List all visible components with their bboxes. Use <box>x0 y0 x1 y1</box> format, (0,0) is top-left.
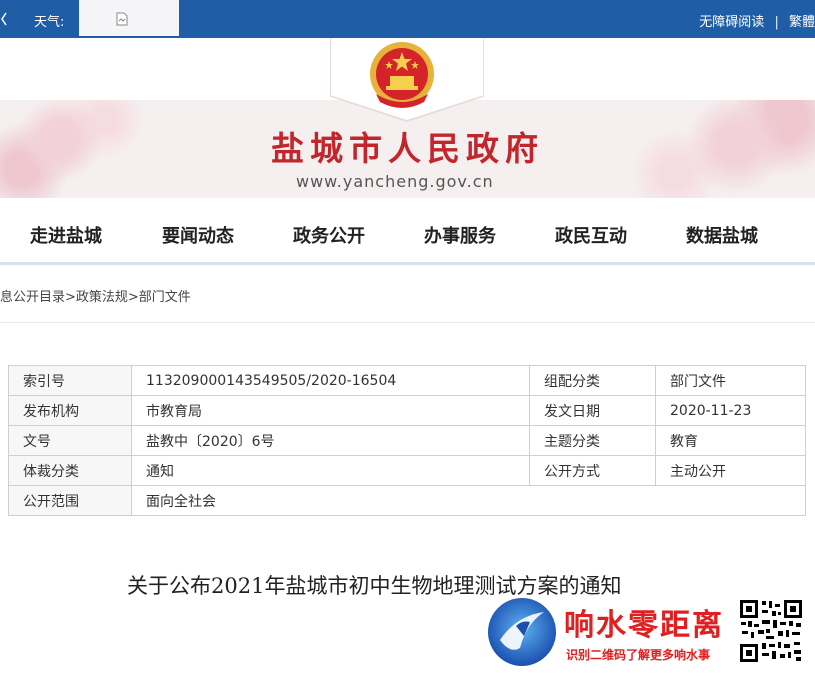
xiangshui-logo-icon <box>488 598 556 666</box>
nav-item-news[interactable]: 要闻动态 <box>162 222 234 248</box>
nav-item-interaction[interactable]: 政民互动 <box>555 222 627 248</box>
nav-item-zoujin[interactable]: 走进盐城 <box>30 222 102 248</box>
blossom-decoration-right <box>615 100 815 198</box>
meta-value: 部门文件 <box>655 365 806 396</box>
meta-value: 113209000143549505/2020-16504 <box>131 365 530 396</box>
meta-value: 通知 <box>131 455 530 486</box>
document-meta-table: 索引号 113209000143549505/2020-16504 组配分类 部… <box>8 365 806 516</box>
table-row: 文号 盐教中〔2020〕6号 主题分类 教育 <box>8 425 806 456</box>
site-url: www.yancheng.gov.cn <box>296 172 494 191</box>
top-utility-bar: 天气: 无障碍阅读 | 繁體 <box>0 0 815 38</box>
accessible-reading-link[interactable]: 无障碍阅读 <box>699 11 764 30</box>
meta-value: 面向全社会 <box>131 485 806 516</box>
nav-item-services[interactable]: 办事服务 <box>424 222 496 248</box>
table-row: 公开范围 面向全社会 <box>8 485 806 516</box>
meta-key: 主题分类 <box>529 425 656 456</box>
watermark-name: 响水零距离 <box>564 608 724 643</box>
meta-key: 文号 <box>8 425 132 456</box>
weather-widget <box>79 0 179 36</box>
table-row: 发布机构 市教育局 发文日期 2020-11-23 <box>8 395 806 426</box>
broken-image-icon <box>116 12 128 26</box>
meta-value: 市教育局 <box>131 395 530 426</box>
nav-item-gov-affairs[interactable]: 政务公开 <box>293 222 365 248</box>
meta-key: 公开方式 <box>529 455 656 486</box>
breadcrumb[interactable]: 息公开目录>政策法规>部门文件 <box>0 286 191 305</box>
nav-underline <box>0 262 815 265</box>
table-row: 索引号 113209000143549505/2020-16504 组配分类 部… <box>8 365 806 396</box>
main-nav: 走进盐城 要闻动态 政务公开 办事服务 政民互动 数据盐城 <box>0 208 815 260</box>
blossom-decoration-left <box>0 100 150 198</box>
utility-links: 无障碍阅读 | 繁體 <box>699 11 815 30</box>
meta-key: 体裁分类 <box>8 455 132 486</box>
meta-value: 主动公开 <box>655 455 806 486</box>
meta-key: 发文日期 <box>529 395 656 426</box>
meta-value: 2020-11-23 <box>655 395 806 426</box>
meta-value: 盐教中〔2020〕6号 <box>131 425 530 456</box>
meta-key: 索引号 <box>8 365 132 396</box>
meta-key: 组配分类 <box>529 365 656 396</box>
table-row: 体裁分类 通知 公开方式 主动公开 <box>8 455 806 486</box>
util-separator: | <box>774 15 779 30</box>
breadcrumb-divider <box>0 322 815 323</box>
qr-code-icon[interactable] <box>738 598 804 664</box>
site-title[interactable]: 盐城市人民政府 <box>240 122 575 170</box>
meta-key: 发布机构 <box>8 395 132 426</box>
watermark-subtitle: 识别二维码了解更多响水事 <box>566 648 711 662</box>
nav-item-data[interactable]: 数据盐城 <box>686 222 758 248</box>
weather-label: 天气: <box>34 15 65 30</box>
caret-left-icon <box>1 12 7 26</box>
meta-key: 公开范围 <box>8 485 132 516</box>
national-emblem-icon[interactable] <box>362 40 442 112</box>
traditional-chinese-link[interactable]: 繁體 <box>789 11 815 30</box>
meta-value: 教育 <box>655 425 806 456</box>
